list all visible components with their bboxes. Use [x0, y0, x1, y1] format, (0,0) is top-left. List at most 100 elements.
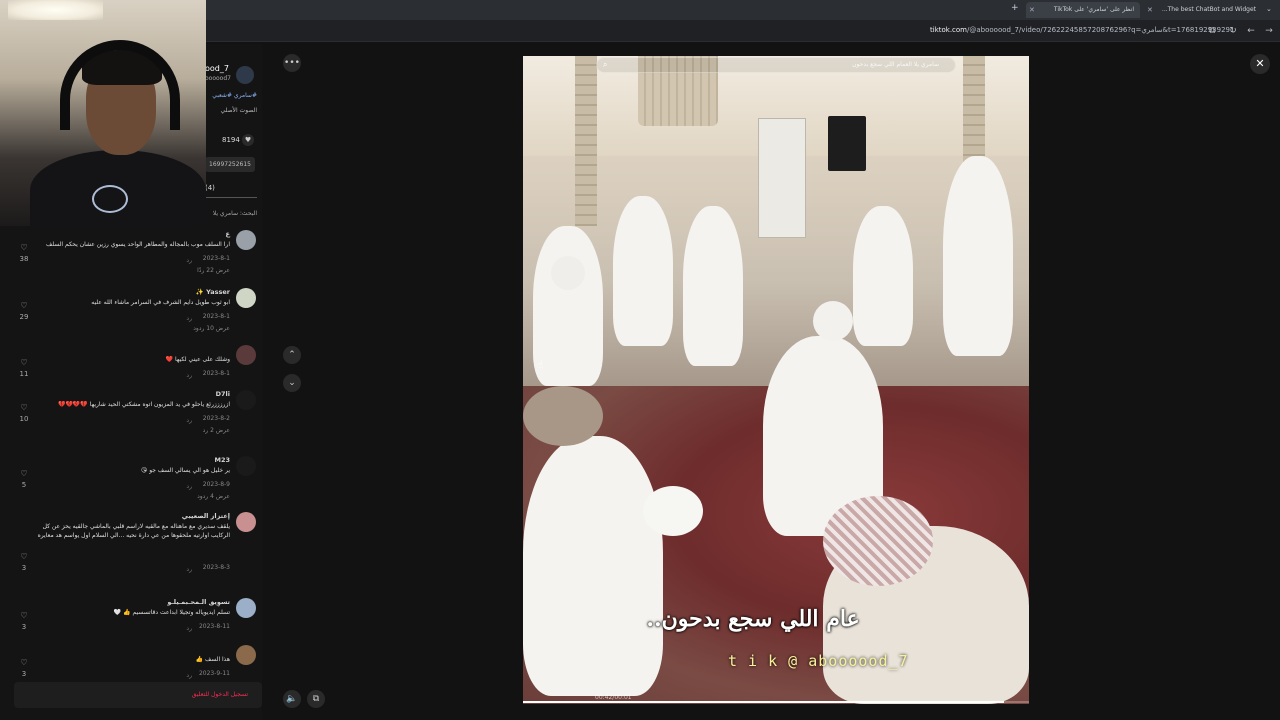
next-video-button[interactable]: ⌄	[283, 374, 301, 392]
comment-like-count: 10	[19, 415, 29, 423]
url-text[interactable]: tiktok.com/@aboooood_7/video/72622245857…	[930, 26, 1234, 34]
search-icon: ⌕	[603, 60, 608, 69]
comment-text: ابو ثوب طويل دايم الشرف في السرامر ماشاء…	[91, 299, 230, 306]
volume-button[interactable]: 🔈	[283, 690, 301, 708]
like-heart-icon[interactable]: ♡	[18, 358, 30, 367]
shirt-logo	[92, 185, 128, 213]
like-heart-icon[interactable]: ♡	[18, 469, 30, 478]
back-icon[interactable]: ←	[1245, 25, 1257, 37]
ceiling-light	[8, 0, 103, 20]
comment-username[interactable]: ع	[226, 230, 230, 238]
video-progress-bar[interactable]	[523, 701, 1029, 703]
reply-button[interactable]: رد	[186, 483, 192, 490]
comment-username[interactable]: تسوِيق الـمحـبمـيلـو	[167, 598, 230, 606]
headphones	[60, 40, 180, 130]
tab-label: انظر على 'سامري' على TikTok	[1053, 6, 1134, 13]
like-heart-icon[interactable]: ♡	[18, 243, 30, 252]
comment-text: يلقف سديري مع ماهناله مع مالقيه لاراسم ق…	[37, 523, 230, 539]
like-heart-icon[interactable]: ♡	[18, 301, 30, 310]
reload-icon[interactable]: ↻	[1227, 25, 1239, 37]
reply-button[interactable]: رد	[186, 417, 192, 424]
login-to-comment-link[interactable]: تسجيل الدخول للتعليق	[192, 691, 248, 698]
profile-handle: oooood7	[205, 75, 231, 82]
reply-button[interactable]: رد	[186, 372, 192, 379]
profile-name[interactable]: ood_7	[205, 64, 229, 73]
comment-like-count: 38	[19, 255, 29, 263]
comment-like-count: 3	[21, 564, 27, 572]
reply-button[interactable]: رد	[186, 625, 192, 632]
comment-date: 2023-8-1	[202, 313, 230, 320]
tab-chatbot[interactable]: ✕ The best ChatBot and Widget...	[1144, 2, 1262, 18]
comment-text: وشلك على عيني لكيها ❤️	[165, 356, 230, 363]
mouse-cursor-icon: ☝	[537, 360, 544, 371]
mini-player-button[interactable]: ⧉	[307, 690, 325, 708]
like-heart-icon[interactable]: ♡	[18, 658, 30, 667]
previous-video-button[interactable]: ⌃	[283, 346, 301, 364]
tab-label: The best ChatBot and Widget...	[1161, 6, 1256, 13]
profile-avatar[interactable]	[236, 66, 254, 84]
video-player[interactable]: ⌕ سامري يلا العمام اللي سجع بدحون عام ال…	[523, 56, 1029, 704]
comment-avatar[interactable]	[236, 456, 256, 476]
tab-tiktok[interactable]: ✕ انظر على 'سامري' على TikTok	[1026, 2, 1140, 18]
comment-avatar[interactable]	[236, 390, 256, 410]
comment-text: ارا السلف موب بالمجاله والمطاهر الواحد ي…	[46, 241, 230, 248]
video-link-box[interactable]: 16997252615	[205, 157, 255, 172]
view-replies-button[interactable]: عرض 4 ردود	[197, 493, 230, 500]
like-heart-icon[interactable]: ♡	[18, 611, 30, 620]
comment-avatar[interactable]	[236, 288, 256, 308]
sound-label[interactable]: الصوت الأصلي	[205, 107, 257, 114]
video-caption: عام اللي سجع بدحون..	[646, 606, 860, 632]
white-cap	[643, 486, 703, 536]
comment-date: 2023-8-9	[202, 481, 230, 488]
comment-like-count: 5	[21, 481, 27, 489]
view-replies-button[interactable]: عرض 10 ردود	[193, 325, 230, 332]
turban	[523, 386, 603, 446]
comment-username[interactable]: ✨ Yasser	[196, 288, 230, 296]
search-hint[interactable]: البحث: سامري يلا	[205, 210, 257, 217]
comment-date: 2023-8-3	[202, 564, 230, 571]
tab-list-icon[interactable]: ⌄	[1266, 5, 1272, 13]
new-tab-button[interactable]: +	[1011, 3, 1019, 13]
video-search-bar[interactable]: ⌕ سامري يلا العمام اللي سجع بدحون	[596, 57, 956, 73]
comment-like-count: 11	[19, 370, 29, 378]
like-heart-icon[interactable]: ♡	[18, 403, 30, 412]
heart-icon[interactable]: ♥	[242, 134, 254, 146]
guest-figure	[683, 206, 743, 366]
tiktok-watermark: t i k @ aboooood_7	[728, 652, 909, 670]
guest-figure	[613, 196, 673, 346]
reply-button[interactable]: رد	[186, 672, 192, 679]
comment-date: 2023-8-1	[202, 255, 230, 262]
reply-button[interactable]: رد	[186, 315, 192, 322]
comment-username[interactable]: D7li	[216, 390, 230, 398]
login-to-comment-box[interactable]: تسجيل الدخول للتعليق	[14, 682, 262, 708]
video-search-text: سامري يلا العمام اللي سجع بدحون	[852, 61, 939, 68]
divider	[205, 197, 257, 198]
comment-like-count: 29	[19, 313, 29, 321]
guest-figure	[943, 156, 1013, 356]
view-replies-button[interactable]: عرض 2 رد	[203, 427, 230, 434]
comment-username[interactable]: إعتزاز الصعيبي	[182, 512, 230, 520]
headscarf	[551, 256, 585, 290]
comment-avatar[interactable]	[236, 598, 256, 618]
wall-pillar	[575, 56, 597, 226]
comment-date: 2023-9-11	[198, 670, 230, 677]
video-time: 00:42/00:01	[595, 694, 632, 701]
close-video-button[interactable]: ✕	[1250, 54, 1270, 74]
more-options-button[interactable]: •••	[283, 54, 301, 72]
comment-avatar[interactable]	[236, 345, 256, 365]
reply-button[interactable]: رد	[186, 257, 192, 264]
comment-avatar[interactable]	[236, 230, 256, 250]
like-heart-icon[interactable]: ♡	[18, 552, 30, 561]
forward-icon[interactable]: →	[1263, 25, 1275, 37]
comment-date: 2023-8-11	[198, 623, 230, 630]
comment-avatar[interactable]	[236, 512, 256, 532]
extension-icon[interactable]: ⧉	[1206, 25, 1218, 37]
hashtags[interactable]: #سامري #شعبي	[205, 92, 257, 99]
close-tab-icon[interactable]: ✕	[1029, 2, 1035, 18]
comment-username[interactable]: M23	[214, 456, 230, 464]
close-tab-icon[interactable]: ✕	[1147, 2, 1153, 18]
comment-text: تسلم ايديوياله وتجيلا ابداعت دقاتسسيم 👍 …	[113, 609, 230, 616]
view-replies-button[interactable]: عرض 22 ردًا	[197, 267, 230, 274]
reply-button[interactable]: رد	[186, 566, 192, 573]
comment-avatar[interactable]	[236, 645, 256, 665]
